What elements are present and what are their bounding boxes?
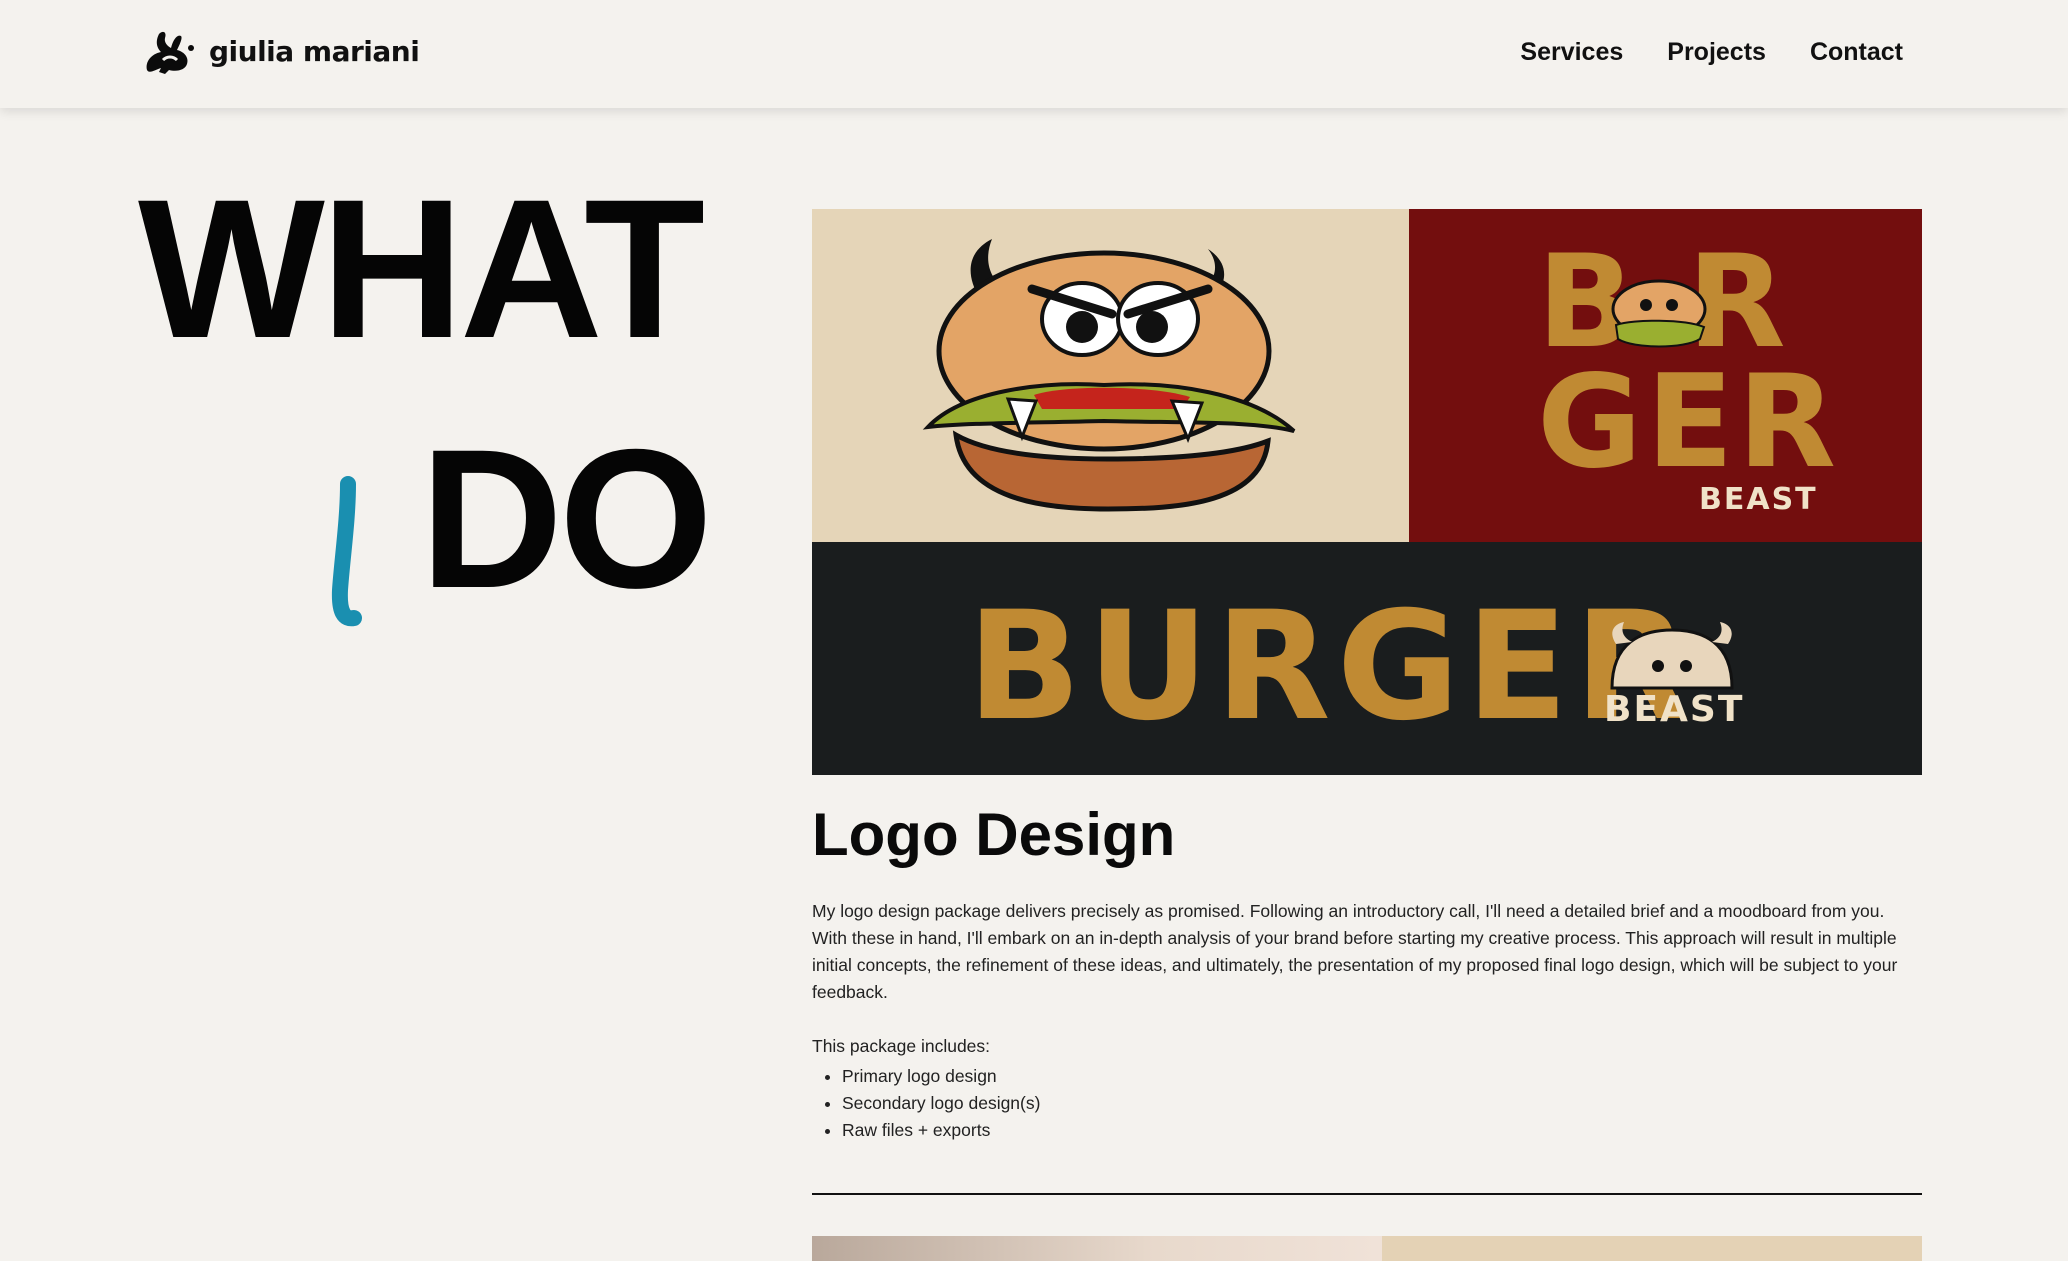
includes-label: This package includes: [812, 1036, 991, 1056]
includes-list: Primary logo design Secondary logo desig… [812, 1063, 1040, 1144]
service-description: My logo design package delivers precisel… [812, 901, 1898, 1002]
horizontal-logo-burger: BURGER [967, 580, 1696, 754]
service-title: Logo Design [812, 801, 1176, 868]
burger-beast-horizontal-logo-panel: BURGER BEAST [812, 542, 1922, 775]
stacked-logo-beast: BEAST [1699, 482, 1818, 517]
burger-bun-icon [1610, 622, 1734, 690]
nav-link-projects[interactable]: Projects [1667, 38, 1766, 67]
nav-link-services[interactable]: Services [1520, 38, 1623, 67]
logo-design-showcase-image: B R GER BEAST BURGER BEAST [812, 209, 1922, 775]
stacked-logo-bottom: GER [1537, 348, 1841, 497]
burger-beast-stacked-logo-panel: B R GER BEAST [1409, 209, 1922, 542]
brand-name: giulia mariani [209, 34, 420, 68]
next-service-image [812, 1236, 1922, 1261]
hero-heading-line2: DO [420, 408, 713, 629]
list-item: Raw files + exports [842, 1117, 1040, 1144]
nav-link-contact[interactable]: Contact [1810, 38, 1903, 67]
list-item: Primary logo design [842, 1063, 1040, 1090]
hero-heading-line1: WHAT [138, 158, 705, 379]
mini-burger-icon [1611, 279, 1707, 348]
main-nav: Services Projects Contact [1520, 38, 1903, 67]
horizontal-logo-beast: BEAST [1604, 689, 1745, 730]
handwritten-i-icon [331, 476, 362, 627]
burger-monster-illustration [922, 239, 1296, 512]
burger-mascot-panel [812, 209, 1409, 542]
brand-link[interactable]: giulia mariani [141, 26, 420, 76]
section-divider [812, 1193, 1922, 1195]
rabbit-logo-icon [146, 31, 194, 74]
site-header: giulia mariani Services Projects Contact [0, 0, 2068, 108]
list-item: Secondary logo design(s) [842, 1090, 1040, 1117]
